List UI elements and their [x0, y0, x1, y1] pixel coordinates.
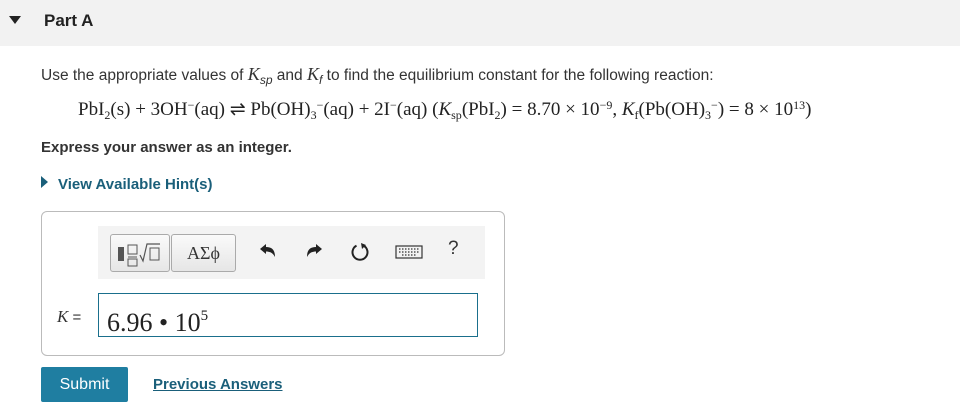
submit-button[interactable]: Submit	[41, 367, 128, 402]
help-button[interactable]: ?	[448, 238, 459, 260]
answer-format-instruction: Express your answer as an integer.	[41, 139, 292, 156]
keyboard-icon[interactable]	[394, 240, 424, 264]
answer-input[interactable]: 6.96 • 105	[98, 293, 478, 337]
redo-icon[interactable]	[302, 240, 326, 264]
math-toolbar: ΑΣϕ ?	[98, 226, 485, 279]
question-instructions: Use the appropriate values of Ksp and Kf…	[41, 64, 714, 87]
answer-exponent: 5	[200, 308, 209, 324]
reaction-equation: PbI2(s) + 3OH−(aq) ⇌ Pb(OH)3−(aq) + 2I−(…	[78, 98, 812, 122]
view-hints-label: View Available Hint(s)	[58, 176, 213, 193]
symbols-button[interactable]: ΑΣϕ	[171, 234, 236, 272]
answer-variable-label: K =	[57, 307, 82, 326]
expand-caret-icon	[41, 176, 48, 188]
view-hints-link[interactable]: View Available Hint(s)	[41, 176, 213, 193]
collapse-caret-icon[interactable]	[9, 16, 21, 24]
part-header[interactable]: Part A	[0, 0, 960, 46]
part-title: Part A	[44, 11, 94, 30]
previous-answers-link[interactable]: Previous Answers	[153, 376, 283, 393]
templates-icon	[118, 243, 160, 267]
answer-mantissa: 6.96 • 10	[107, 308, 201, 337]
reset-icon[interactable]	[348, 240, 372, 264]
templates-button[interactable]	[110, 234, 170, 272]
undo-icon[interactable]	[256, 240, 280, 264]
